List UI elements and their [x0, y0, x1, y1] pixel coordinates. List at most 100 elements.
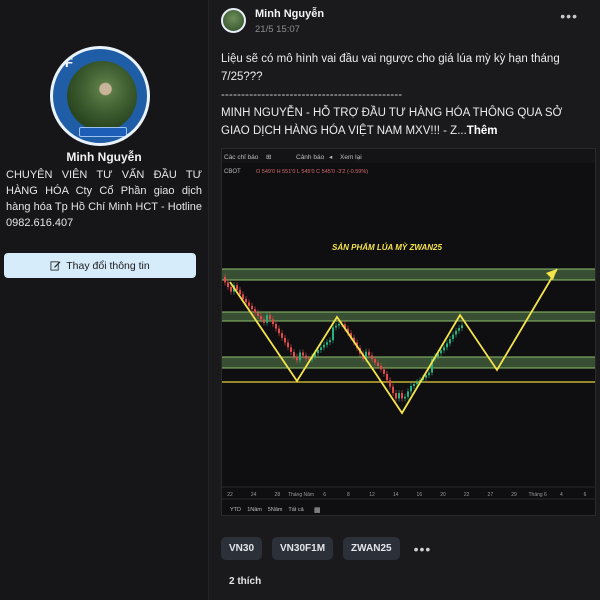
candle-body: [371, 355, 373, 360]
range-button: 5Năm: [268, 507, 283, 513]
candle-body: [260, 316, 262, 320]
profile-bio: CHUYÊN VIÊN TƯ VẤN ĐẦU TƯ HÀNG HÓA Cty C…: [6, 169, 202, 229]
candle-body: [392, 386, 394, 393]
x-tick-label: 12: [369, 492, 375, 498]
chart-annotation: SẢN PHẨM LÚA MỲ ZWAN25: [332, 243, 442, 252]
candle-body: [416, 382, 418, 384]
post-author[interactable]: Minh Nguyễn: [255, 8, 324, 20]
candle-body: [461, 325, 463, 328]
candle-body: [407, 391, 409, 397]
candle-body: [455, 330, 457, 335]
candle-body: [275, 324, 277, 329]
candle-body: [320, 347, 322, 350]
avatar-photo: [67, 61, 137, 131]
pencil-edit-icon: [50, 261, 61, 271]
candle-body: [281, 333, 283, 338]
chart-ohlc: O 549'0 H 551'0 L 545'0 C 545'0 -3'2 (-0…: [256, 169, 368, 175]
x-tick-label: 4: [560, 492, 563, 498]
candle-body: [389, 380, 391, 387]
x-tick-label: 22: [464, 492, 470, 498]
candle-body: [269, 315, 271, 320]
edit-profile-label: Thay đổi thông tin: [66, 259, 150, 272]
avatar-banner: [79, 127, 127, 137]
candle-body: [386, 373, 388, 381]
candle-body: [335, 325, 337, 328]
candle-body: [428, 372, 430, 376]
candle-body: [410, 386, 412, 392]
zone-lower: [222, 356, 595, 369]
candle-body: [329, 340, 331, 343]
x-tick-label: 14: [393, 492, 399, 498]
profile-name: Minh Nguyễn: [66, 150, 142, 164]
candle-body: [413, 384, 415, 386]
candle-body: [458, 328, 460, 331]
candle-body: [251, 305, 253, 310]
profile-panel: F Minh Nguyễn CHUYÊN VIÊN TƯ VẤN ĐẦU TƯ …: [0, 0, 208, 600]
candle-body: [449, 339, 451, 344]
candle-body: [236, 285, 238, 290]
candle-body: [302, 352, 304, 356]
profile-avatar[interactable]: F: [50, 46, 150, 146]
author-avatar[interactable]: [221, 8, 246, 33]
post-text-line: Liệu sẽ có mô hình vai đầu vai ngược cho…: [221, 53, 560, 83]
tag-list: VN30 VN30F1M ZWAN25 •••: [221, 537, 431, 560]
alert-icon: ⊞: [266, 153, 271, 161]
candle-body: [425, 375, 427, 378]
x-tick-label: Tháng 6: [528, 492, 547, 498]
x-tick-label: 22: [227, 492, 233, 498]
candle-body: [377, 362, 379, 366]
candle-body: [404, 396, 406, 399]
edit-profile-button[interactable]: Thay đổi thông tin: [4, 253, 196, 278]
candle-body: [272, 319, 274, 324]
candle-body: [224, 277, 226, 283]
candle-body: [401, 393, 403, 399]
candle-body: [338, 323, 340, 326]
x-tick-label: 24: [251, 492, 257, 498]
x-tick-label: 6: [323, 492, 326, 498]
candle-body: [383, 369, 385, 374]
candle-body: [380, 366, 382, 370]
candle-body: [230, 287, 232, 292]
more-dots-icon[interactable]: •••: [414, 541, 432, 557]
candle-body: [248, 302, 250, 306]
tag-chip[interactable]: VN30: [221, 537, 263, 560]
candle-body: [239, 289, 241, 295]
candle-body: [227, 282, 229, 287]
candle-body: [440, 350, 442, 354]
tag-chip[interactable]: VN30F1M: [272, 537, 334, 560]
zone-middle: [222, 311, 595, 322]
candle-body: [374, 359, 376, 363]
candle-body: [332, 327, 334, 341]
candle-body: [323, 344, 325, 348]
candle-body: [443, 347, 445, 351]
candle-body: [278, 328, 280, 334]
see-more-link[interactable]: Thêm: [467, 125, 498, 137]
post-image-chart[interactable]: Các chỉ báo ⊞ Cảnh báo ◂ Xem lại CBOT O …: [221, 148, 596, 516]
candle-body: [254, 309, 256, 313]
candle-body: [293, 352, 295, 357]
candle-body: [368, 351, 370, 356]
candle-body: [266, 315, 268, 323]
post-date: 21/5 15:07: [255, 24, 300, 35]
x-tick-label: 27: [488, 492, 494, 498]
x-tick-label: 29: [511, 492, 517, 498]
x-tick-label: 8: [347, 492, 350, 498]
post-separator: ----------------------------------------…: [221, 89, 403, 101]
brand-logo-icon: F: [65, 55, 73, 70]
like-count[interactable]: 2 thích: [229, 576, 261, 587]
chart-symbol: CBOT: [224, 169, 241, 175]
tag-chip[interactable]: ZWAN25: [343, 537, 400, 560]
candle-body: [245, 299, 247, 303]
x-tick-label: 28: [275, 492, 281, 498]
range-button: Tất cả: [288, 507, 304, 513]
x-tick-label: 20: [440, 492, 446, 498]
x-tick-label: 16: [417, 492, 423, 498]
calendar-icon: ▦: [314, 506, 321, 514]
candle-body: [263, 319, 265, 323]
candle-body: [317, 350, 319, 354]
candle-body: [284, 337, 286, 343]
more-dots-icon[interactable]: •••: [560, 8, 578, 24]
toolbar-alert: Cảnh báo: [296, 154, 325, 161]
post-text-line: MINH NGUYỄN - HỖ TRỢ ĐẦU TƯ HÀNG HÓA THÔ…: [221, 107, 563, 137]
candle-body: [305, 355, 307, 359]
